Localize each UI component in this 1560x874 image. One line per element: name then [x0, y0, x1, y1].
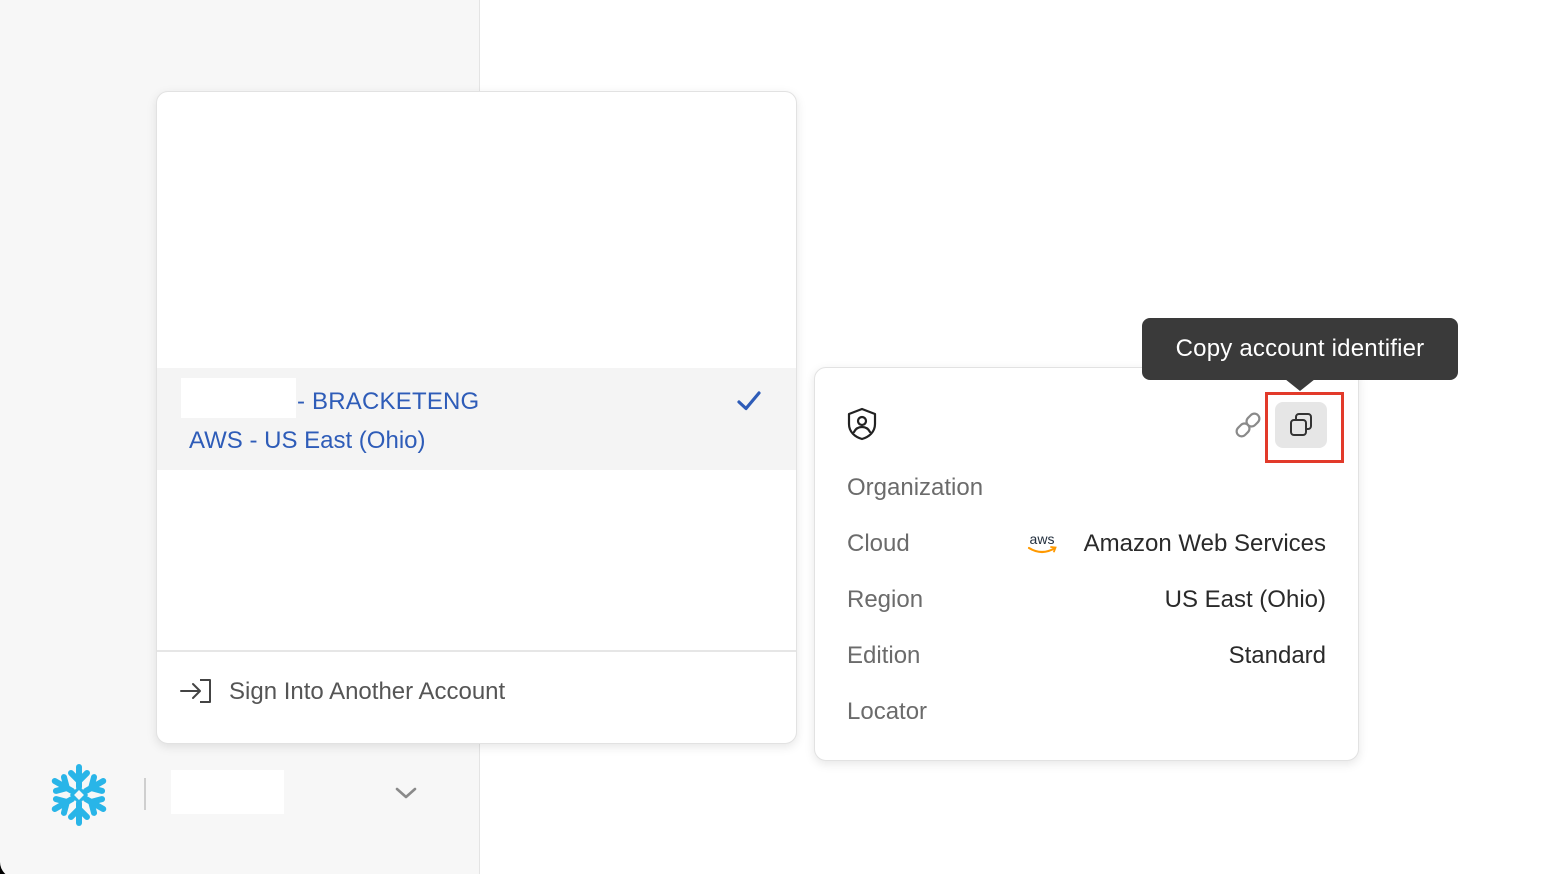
organization-label: Organization — [847, 474, 984, 501]
account-name: - BRACKETENG — [297, 388, 480, 415]
highlight-box — [1265, 392, 1344, 463]
edition-value: Standard — [1228, 642, 1326, 669]
account-option-selected[interactable]: - BRACKETENG AWS - US East (Ohio) — [157, 368, 796, 470]
redacted-account-name — [181, 378, 296, 418]
redacted-user-name — [171, 770, 284, 814]
footer-separator — [144, 778, 146, 810]
sign-in-icon — [180, 679, 211, 703]
account-region: AWS - US East (Ohio) — [189, 427, 426, 454]
region-label: Region — [847, 586, 924, 613]
tooltip-arrow — [1285, 379, 1315, 391]
edition-label: Edition — [847, 642, 921, 669]
region-value: US East (Ohio) — [1164, 586, 1326, 613]
cloud-label: Cloud — [847, 530, 910, 557]
sign-into-another-account-button[interactable]: Sign Into Another Account — [157, 652, 796, 743]
window-corner-mask — [0, 848, 30, 874]
locator-label: Locator — [847, 698, 928, 725]
account-selector-footer[interactable] — [40, 760, 440, 830]
account-switcher-menu: - BRACKETENG AWS - US East (Ohio) Sign I… — [156, 91, 797, 744]
svg-text:aws: aws — [1030, 531, 1055, 547]
account-details-card: Organization Cloud aws Amazon Web Servic… — [814, 367, 1359, 761]
shield-icon — [847, 407, 877, 441]
aws-icon: aws — [1027, 531, 1057, 554]
chevron-down-icon[interactable] — [394, 784, 418, 802]
copy-tooltip: Copy account identifier — [1142, 318, 1458, 380]
check-icon — [737, 391, 761, 411]
snowflake-icon — [51, 764, 107, 826]
link-icon[interactable] — [1233, 410, 1263, 440]
cloud-value: Amazon Web Services — [1083, 530, 1326, 557]
sign-in-label: Sign Into Another Account — [229, 678, 506, 705]
